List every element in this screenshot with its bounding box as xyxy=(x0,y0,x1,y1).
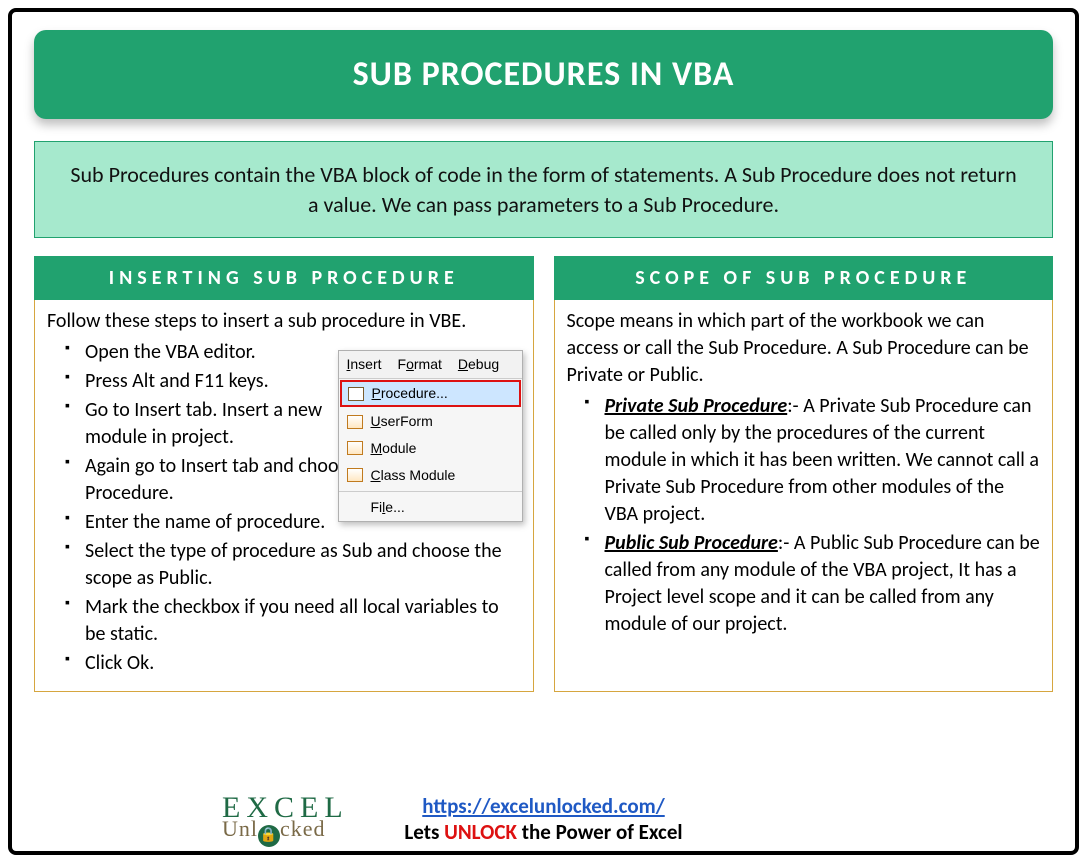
columns: INSERTING SUB PROCEDURE Follow these ste… xyxy=(34,256,1053,692)
footer-link[interactable]: https://excelunlocked.com/ xyxy=(422,793,664,819)
left-column: INSERTING SUB PROCEDURE Follow these ste… xyxy=(34,256,534,692)
menu-bar: IInsertnsert Format Debug xyxy=(339,351,522,379)
right-lead: Scope means in which part of the workboo… xyxy=(567,308,1041,389)
menu-insert[interactable]: IInsertnsert xyxy=(339,351,390,378)
intro-text: Sub Procedures contain the VBA block of … xyxy=(34,141,1053,238)
step-item: Click Ok. xyxy=(71,650,521,677)
userform-icon xyxy=(347,415,363,429)
module-icon xyxy=(347,441,363,455)
step-item: Again go to Insert tab and choose Proced… xyxy=(71,453,361,507)
left-lead: Follow these steps to insert a sub proce… xyxy=(47,308,521,335)
menu-debug[interactable]: Debug xyxy=(450,351,507,378)
right-column: SCOPE OF SUB PROCEDURE Scope means in wh… xyxy=(554,256,1054,692)
menu-separator xyxy=(339,491,522,492)
menu-item-userform[interactable]: UserForm xyxy=(339,408,522,435)
menu-item-class-module[interactable]: Class Module xyxy=(339,462,522,489)
infographic-card: SUB PROCEDURES IN VBA Sub Procedures con… xyxy=(8,8,1079,855)
right-header: SCOPE OF SUB PROCEDURE xyxy=(554,256,1054,300)
private-label: Private Sub Procedure xyxy=(605,394,788,418)
menu-item-file[interactable]: File... xyxy=(339,494,522,521)
step-item: Open the VBA editor. xyxy=(71,339,361,366)
right-body: Scope means in which part of the workboo… xyxy=(554,300,1054,692)
vbe-insert-menu: IInsertnsert Format Debug Procedure... U… xyxy=(338,350,523,521)
scope-private: Private Sub Procedure:- A Private Sub Pr… xyxy=(591,393,1041,528)
step-item: Mark the checkbox if you need all local … xyxy=(71,594,521,648)
public-label: Public Sub Procedure xyxy=(605,531,778,555)
page-title: SUB PROCEDURES IN VBA xyxy=(34,30,1053,119)
menu-item-module[interactable]: Module xyxy=(339,435,522,462)
footer: https://excelunlocked.com/ Lets UNLOCK t… xyxy=(12,793,1075,845)
step-item: Go to Insert tab. Insert a new module in… xyxy=(71,397,361,451)
menu-format[interactable]: Format xyxy=(390,351,450,378)
scope-public: Public Sub Procedure:- A Public Sub Proc… xyxy=(591,530,1041,638)
class-module-icon xyxy=(347,468,363,482)
unlock-word: UNLOCK xyxy=(444,819,517,845)
step-item: Press Alt and F11 keys. xyxy=(71,368,361,395)
menu-item-procedure[interactable]: Procedure... xyxy=(340,380,521,407)
left-body: Follow these steps to insert a sub proce… xyxy=(34,300,534,692)
left-header: INSERTING SUB PROCEDURE xyxy=(34,256,534,300)
step-item: Select the type of procedure as Sub and … xyxy=(71,538,521,592)
scope-list: Private Sub Procedure:- A Private Sub Pr… xyxy=(567,393,1041,638)
tagline: Lets UNLOCK the Power of Excel xyxy=(404,819,682,845)
procedure-icon xyxy=(348,387,364,401)
